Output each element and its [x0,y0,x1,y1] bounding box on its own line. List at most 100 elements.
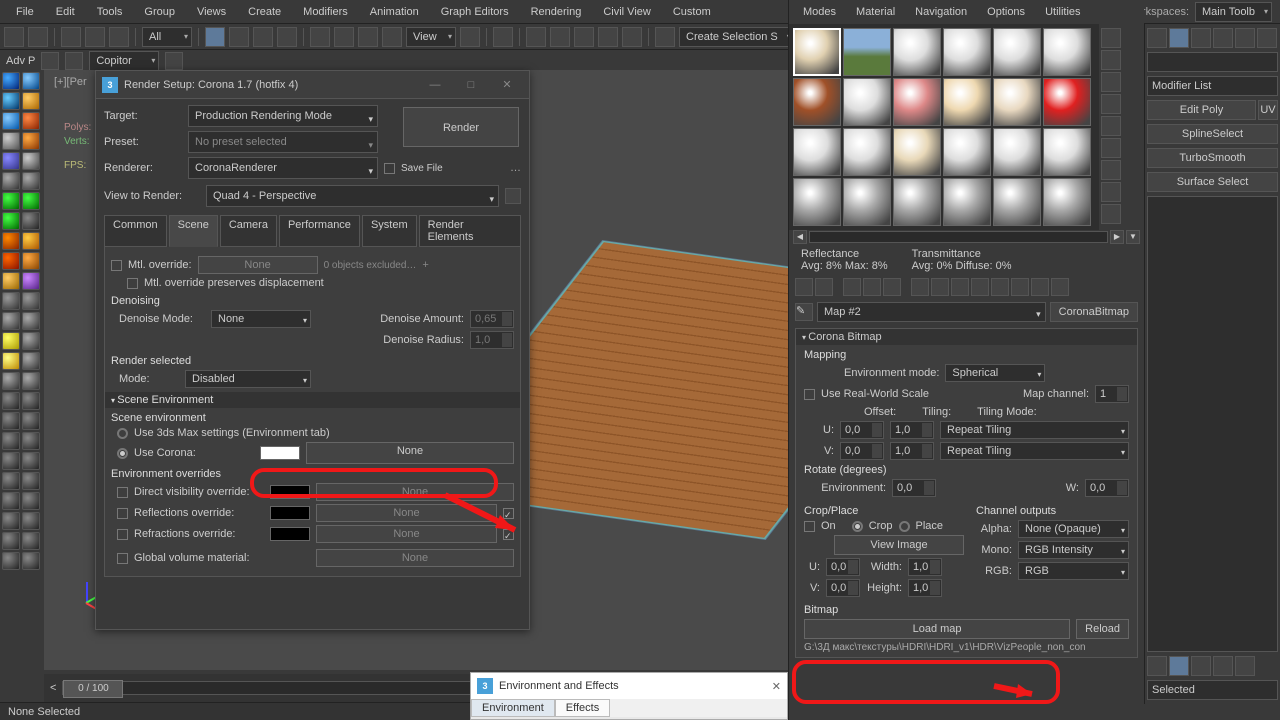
load-map-button[interactable]: Load map [804,619,1070,639]
material-slot[interactable] [843,28,891,76]
spinner-snap-icon[interactable] [622,27,642,47]
material-slot[interactable] [793,178,841,226]
left-icon[interactable] [2,512,20,530]
hierarchy-tab-icon[interactable] [1191,28,1211,48]
left-icon[interactable] [22,112,40,130]
video-check-icon[interactable] [1101,116,1121,136]
left-icon[interactable] [2,452,20,470]
left-icon[interactable] [22,152,40,170]
adv-btn1[interactable] [41,52,59,70]
material-slot[interactable] [943,178,991,226]
crop-w-spinner[interactable]: 1,0 [908,558,942,576]
nav-sibling-icon[interactable] [1031,278,1049,296]
env-titlebar[interactable]: 3 Environment and Effects ✕ [471,673,787,699]
preset-combo[interactable]: No preset selected [188,131,378,153]
menu-create[interactable]: Create [238,4,291,20]
get-material-icon[interactable] [795,278,813,296]
left-icon[interactable] [22,192,40,210]
env-tab-effects[interactable]: Effects [555,699,610,717]
use-corona-radio[interactable] [117,448,128,459]
left-icon[interactable] [2,472,20,490]
make-unique-icon[interactable] [911,278,929,296]
options-icon[interactable] [1101,160,1121,180]
place-icon[interactable] [382,27,402,47]
left-icon[interactable] [2,332,20,350]
scroll-down-icon[interactable]: ▼ [1126,230,1140,244]
left-icon[interactable] [22,552,40,570]
snap-icon[interactable] [550,27,570,47]
material-slot[interactable] [843,178,891,226]
material-slot[interactable] [993,178,1041,226]
material-slot[interactable] [1043,128,1091,176]
rotate-icon[interactable] [334,27,354,47]
show-end-icon[interactable] [991,278,1009,296]
v-tiling-mode-combo[interactable]: Repeat Tiling [940,442,1129,460]
env-rot-spinner[interactable]: 0,0 [892,479,936,497]
left-icon[interactable] [22,412,40,430]
material-slot[interactable] [793,128,841,176]
reset-icon[interactable] [863,278,881,296]
menu-modifiers[interactable]: Modifiers [293,4,358,20]
manip-icon[interactable] [493,27,513,47]
modifier-list-combo[interactable]: Modifier List [1147,76,1278,96]
rgb-combo[interactable]: RGB [1018,562,1129,580]
redo-icon[interactable] [28,27,48,47]
left-icon[interactable] [22,172,40,190]
maximize-icon[interactable]: □ [455,75,487,95]
mat-id-icon[interactable] [1101,204,1121,224]
scroll-left-icon[interactable]: ◀ [793,230,807,244]
left-icon[interactable] [2,112,20,130]
material-slot[interactable] [993,28,1041,76]
close-icon[interactable]: ✕ [491,75,523,95]
left-icon[interactable] [2,92,20,110]
left-icon[interactable] [22,212,40,230]
left-icon[interactable] [22,332,40,350]
crop-h-spinner[interactable]: 1,0 [908,579,942,597]
mat-id-tool-icon[interactable] [951,278,969,296]
left-icon[interactable] [2,252,20,270]
refr-map-slot[interactable]: None [316,525,497,543]
selected-combo[interactable]: Selected [1147,680,1278,700]
left-icon[interactable] [2,372,20,390]
mat-menu-material[interactable]: Material [848,4,903,20]
use-max-radio[interactable] [117,428,128,439]
left-icon[interactable] [2,192,20,210]
left-icon[interactable] [2,232,20,250]
adv-btn2[interactable] [65,52,83,70]
refr-override-checkbox[interactable] [117,529,128,540]
left-icon[interactable] [22,312,40,330]
left-icon[interactable] [22,252,40,270]
left-icon[interactable] [22,432,40,450]
make-unique-stack-icon[interactable] [1191,656,1211,676]
reload-button[interactable]: Reload [1076,619,1129,639]
direct-swatch[interactable] [270,485,310,499]
left-icon[interactable] [2,72,20,90]
workspace-combo[interactable]: Main Toolb [1195,2,1272,22]
menu-tools[interactable]: Tools [87,4,133,20]
object-name-field[interactable] [1147,52,1278,72]
put-library-icon[interactable] [931,278,949,296]
named-sel-icon[interactable] [655,27,675,47]
mono-combo[interactable]: RGB Intensity [1018,541,1129,559]
scroll-right-icon[interactable]: ▶ [1110,230,1124,244]
left-icon[interactable] [2,492,20,510]
material-slot[interactable] [843,128,891,176]
pick-material-icon[interactable]: ✎ [795,303,813,321]
left-icon[interactable] [22,292,40,310]
lock-view-icon[interactable] [505,188,521,204]
left-icon[interactable] [2,352,20,370]
keyboard-icon[interactable] [526,27,546,47]
direct-map-slot[interactable]: None [316,483,514,501]
sample-type-icon[interactable] [1101,28,1121,48]
left-icon[interactable] [22,452,40,470]
material-slot[interactable] [1043,178,1091,226]
modify-tab-icon[interactable] [1169,28,1189,48]
pin-stack-icon[interactable] [1147,656,1167,676]
map-name-combo[interactable]: Map #2 [817,302,1046,322]
refr-enable-checkbox[interactable] [503,529,514,540]
env-mode-combo[interactable]: Spherical [945,364,1045,382]
material-slot[interactable] [993,78,1041,126]
rect-select-icon[interactable] [253,27,273,47]
mtl-override-checkbox[interactable] [111,260,122,271]
preview-icon[interactable] [1101,138,1121,158]
